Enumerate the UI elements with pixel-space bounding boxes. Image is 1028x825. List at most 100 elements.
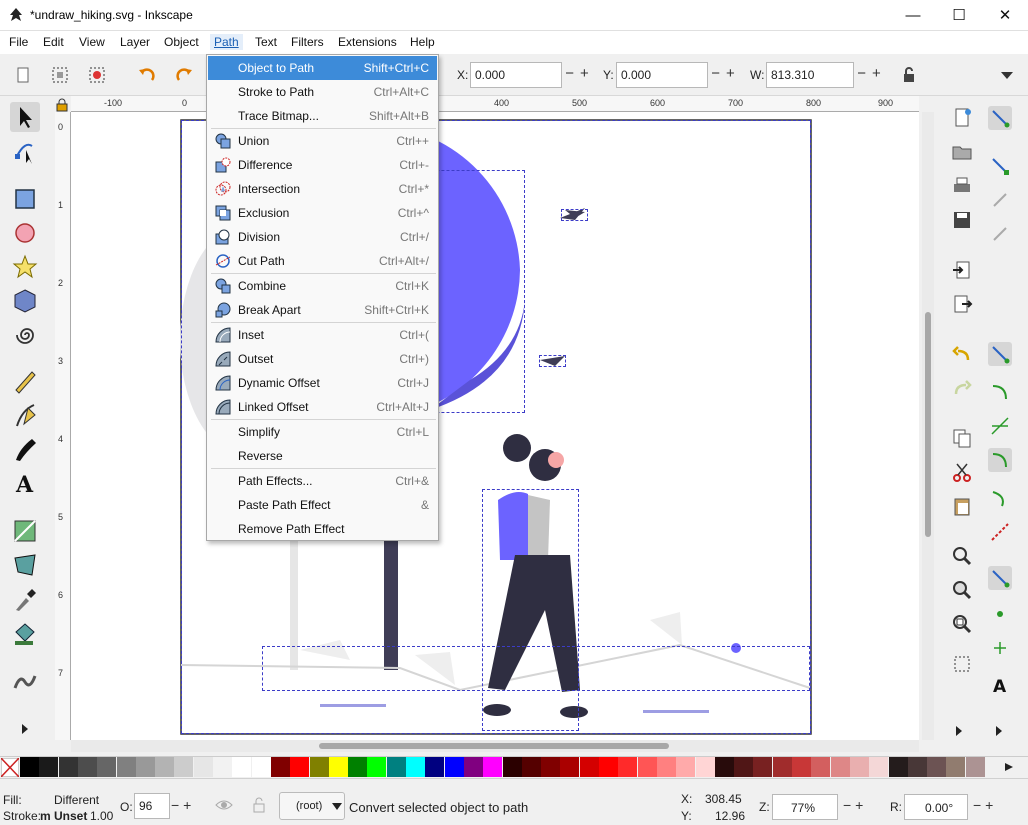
stroke-width-value[interactable]: 1.00 (90, 809, 113, 823)
color-swatch[interactable] (483, 757, 503, 777)
toolbox-expand-icon[interactable] (18, 722, 32, 736)
snap-cusp-icon[interactable] (988, 448, 1012, 472)
star-tool-icon[interactable] (10, 252, 40, 282)
menu-text[interactable]: Text (251, 34, 281, 50)
gradient-tool-icon[interactable] (10, 516, 40, 546)
palette-menu-icon[interactable] (1002, 760, 1016, 774)
menu-layer[interactable]: Layer (116, 34, 154, 50)
color-swatch[interactable] (270, 757, 290, 777)
cut-icon[interactable] (950, 460, 974, 484)
menu-view[interactable]: View (75, 34, 109, 50)
color-swatch[interactable] (155, 757, 175, 777)
snap-center-icon[interactable] (988, 602, 1012, 626)
color-swatch[interactable] (965, 757, 985, 777)
calligraphy-tool-icon[interactable] (10, 434, 40, 464)
path-menu-item-intersection[interactable]: Intersection Ctrl+* (208, 177, 437, 201)
color-swatch[interactable] (193, 757, 213, 777)
color-swatch[interactable] (135, 757, 155, 777)
color-swatch[interactable] (849, 757, 869, 777)
color-swatch[interactable] (811, 757, 831, 777)
snap-text-baseline-icon[interactable]: A (988, 672, 1012, 696)
color-swatch[interactable] (541, 757, 561, 777)
minimize-button[interactable]: — (890, 0, 936, 31)
snap-expand-icon[interactable] (992, 724, 1006, 738)
color-swatch[interactable] (927, 757, 947, 777)
menu-help[interactable]: Help (406, 34, 439, 50)
snap-others-icon[interactable] (988, 566, 1012, 590)
color-swatch[interactable] (676, 757, 696, 777)
path-menu-item-reverse[interactable]: Reverse (208, 444, 437, 468)
rotate-cw-icon[interactable] (173, 64, 195, 86)
color-swatch[interactable] (444, 757, 464, 777)
color-swatch[interactable] (348, 757, 368, 777)
color-swatch[interactable] (58, 757, 78, 777)
path-menu-item-combine[interactable]: Combine Ctrl+K (208, 274, 437, 298)
color-swatch[interactable] (637, 757, 657, 777)
pen-tool-icon[interactable] (10, 400, 40, 430)
zoom-field[interactable]: 77% (772, 794, 838, 820)
fill-value[interactable]: Different (54, 793, 99, 807)
snap-bbox-edge-icon[interactable] (988, 188, 1012, 212)
snap-smooth-icon[interactable] (988, 486, 1012, 510)
snap-enable-icon[interactable] (988, 106, 1012, 130)
path-menu-item-inset[interactable]: Inset Ctrl+( (208, 323, 437, 347)
color-swatch[interactable] (618, 757, 638, 777)
y-stepper[interactable]: −+ (708, 62, 744, 88)
color-swatch[interactable] (579, 757, 599, 777)
color-swatch[interactable] (656, 757, 676, 777)
color-swatch[interactable] (232, 757, 252, 777)
path-menu-item-outset[interactable]: Outset Ctrl+) (208, 347, 437, 371)
import-icon[interactable] (950, 258, 974, 282)
color-swatch[interactable] (290, 757, 310, 777)
node-tool-icon[interactable] (10, 136, 40, 166)
print-icon[interactable] (950, 174, 974, 198)
layer-lock-icon[interactable] (251, 796, 267, 814)
color-swatch[interactable] (714, 757, 734, 777)
lock-icon[interactable] (898, 64, 920, 86)
tweak-tool-icon[interactable] (10, 666, 40, 696)
ellipse-tool-icon[interactable] (10, 218, 40, 248)
stroke-value[interactable]: m Unset (40, 809, 87, 823)
save-icon[interactable] (950, 208, 974, 232)
color-swatch[interactable] (753, 757, 773, 777)
path-menu-item-cut-path[interactable]: Cut Path Ctrl+Alt+/ (208, 249, 437, 273)
rotation-stepper-icon[interactable]: − + (970, 799, 1020, 813)
color-swatch[interactable] (425, 757, 445, 777)
rectangle-tool-icon[interactable] (10, 184, 40, 214)
snap-midpoint-icon[interactable] (988, 520, 1012, 544)
zoom-drawing-icon[interactable] (950, 578, 974, 602)
path-menu-item-paste-path-effect[interactable]: Paste Path Effect & (208, 493, 437, 517)
path-menu-item-stroke-to-path[interactable]: Stroke to Path Ctrl+Alt+C (208, 80, 437, 104)
opacity-stepper-icon[interactable]: − + (170, 799, 200, 813)
menu-edit[interactable]: Edit (39, 34, 68, 50)
color-swatch[interactable] (830, 757, 850, 777)
dropper-tool-icon[interactable] (10, 584, 40, 614)
rotation-field[interactable]: 0.00° (904, 794, 968, 820)
color-swatch[interactable] (734, 757, 754, 777)
color-swatch[interactable] (869, 757, 889, 777)
pencil-tool-icon[interactable] (10, 366, 40, 396)
menu-file[interactable]: File (5, 34, 32, 50)
x-stepper[interactable]: −+ (562, 62, 598, 88)
color-swatch[interactable] (463, 757, 483, 777)
path-menu-item-difference[interactable]: Difference Ctrl+- (208, 153, 437, 177)
paint-bucket-tool-icon[interactable] (10, 618, 40, 648)
color-swatch[interactable] (213, 757, 232, 777)
color-swatch[interactable] (946, 757, 966, 777)
opacity-field[interactable]: 96 (134, 793, 170, 819)
menu-filters[interactable]: Filters (287, 34, 328, 50)
y-field[interactable]: 0.000 (616, 62, 708, 88)
commands-expand-icon[interactable] (952, 724, 966, 738)
horizontal-scroll-thumb[interactable] (319, 743, 669, 749)
color-swatch[interactable] (367, 757, 387, 777)
color-swatch[interactable] (560, 757, 580, 777)
path-menu-item-simplify[interactable]: Simplify Ctrl+L (208, 420, 437, 444)
menu-extensions[interactable]: Extensions (334, 34, 401, 50)
path-menu-item-path-effects[interactable]: Path Effects... Ctrl+& (208, 469, 437, 493)
guide-lock-icon[interactable] (55, 98, 69, 112)
color-swatch[interactable] (907, 757, 927, 777)
color-swatch[interactable] (20, 757, 39, 777)
overflow-chevron-down-icon[interactable] (996, 64, 1018, 86)
snap-bbox-icon[interactable] (988, 154, 1012, 178)
color-swatch[interactable] (174, 757, 194, 777)
